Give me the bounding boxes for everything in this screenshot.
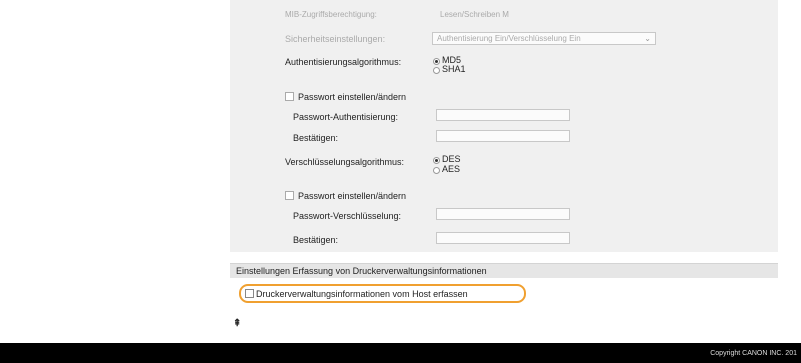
encrypt-des-radio[interactable]: [433, 157, 440, 164]
security-settings-label: Sicherheitseinstellungen:: [285, 34, 386, 44]
copyright-text: Copyright CANON INC. 201: [710, 350, 797, 357]
chevron-down-icon: ⌄: [644, 34, 651, 43]
auth-sha1-label: SHA1: [442, 64, 466, 74]
auth-sha1-radio[interactable]: [433, 67, 440, 74]
mib-access-value: Lesen/Schreiben M: [440, 10, 509, 19]
password-auth-input[interactable]: [436, 109, 570, 121]
confirm-auth-input[interactable]: [436, 130, 570, 142]
encrypt-aes-radio[interactable]: [433, 167, 440, 174]
security-settings-value: Authentisierung Ein/Verschlüsselung Ein: [437, 34, 581, 43]
confirm-encrypt-label: Bestätigen:: [293, 235, 339, 245]
encrypt-aes-label: AES: [442, 164, 461, 174]
set-auth-password-label: Passwort einstellen/ändern: [298, 92, 407, 102]
collect-mgmt-info-label: Druckerverwaltungsinformationen vom Host…: [256, 289, 468, 299]
encryption-algorithm-label: Verschlüsselungsalgorithmus:: [285, 157, 405, 167]
set-encrypt-password-label: Passwort einstellen/ändern: [298, 191, 407, 201]
auth-algorithm-label: Authentisierungsalgorithmus:: [285, 57, 402, 67]
set-encrypt-password-checkbox[interactable]: [285, 191, 294, 200]
mib-access-label: MIB-Zugriffsberechtigung:: [285, 10, 377, 19]
set-auth-password-checkbox[interactable]: [285, 92, 294, 101]
password-encrypt-label: Passwort-Verschlüsselung:: [293, 211, 402, 221]
mgmt-info-section-header: Einstellungen Erfassung von Druckerverwa…: [230, 263, 778, 278]
confirm-encrypt-input[interactable]: [436, 232, 570, 244]
auth-md5-radio[interactable]: [433, 58, 440, 65]
collect-mgmt-info-checkbox[interactable]: [245, 289, 254, 298]
encrypt-des-label: DES: [442, 154, 461, 164]
footer-bar: Copyright CANON INC. 201: [0, 343, 801, 363]
confirm-auth-label: Bestätigen:: [293, 133, 339, 143]
back-to-top-icon[interactable]: ⇞: [233, 318, 241, 329]
password-auth-label: Passwort-Authentisierung:: [293, 112, 399, 122]
security-settings-select[interactable]: Authentisierung Ein/Verschlüsselung Ein …: [432, 32, 656, 45]
password-encrypt-input[interactable]: [436, 208, 570, 220]
